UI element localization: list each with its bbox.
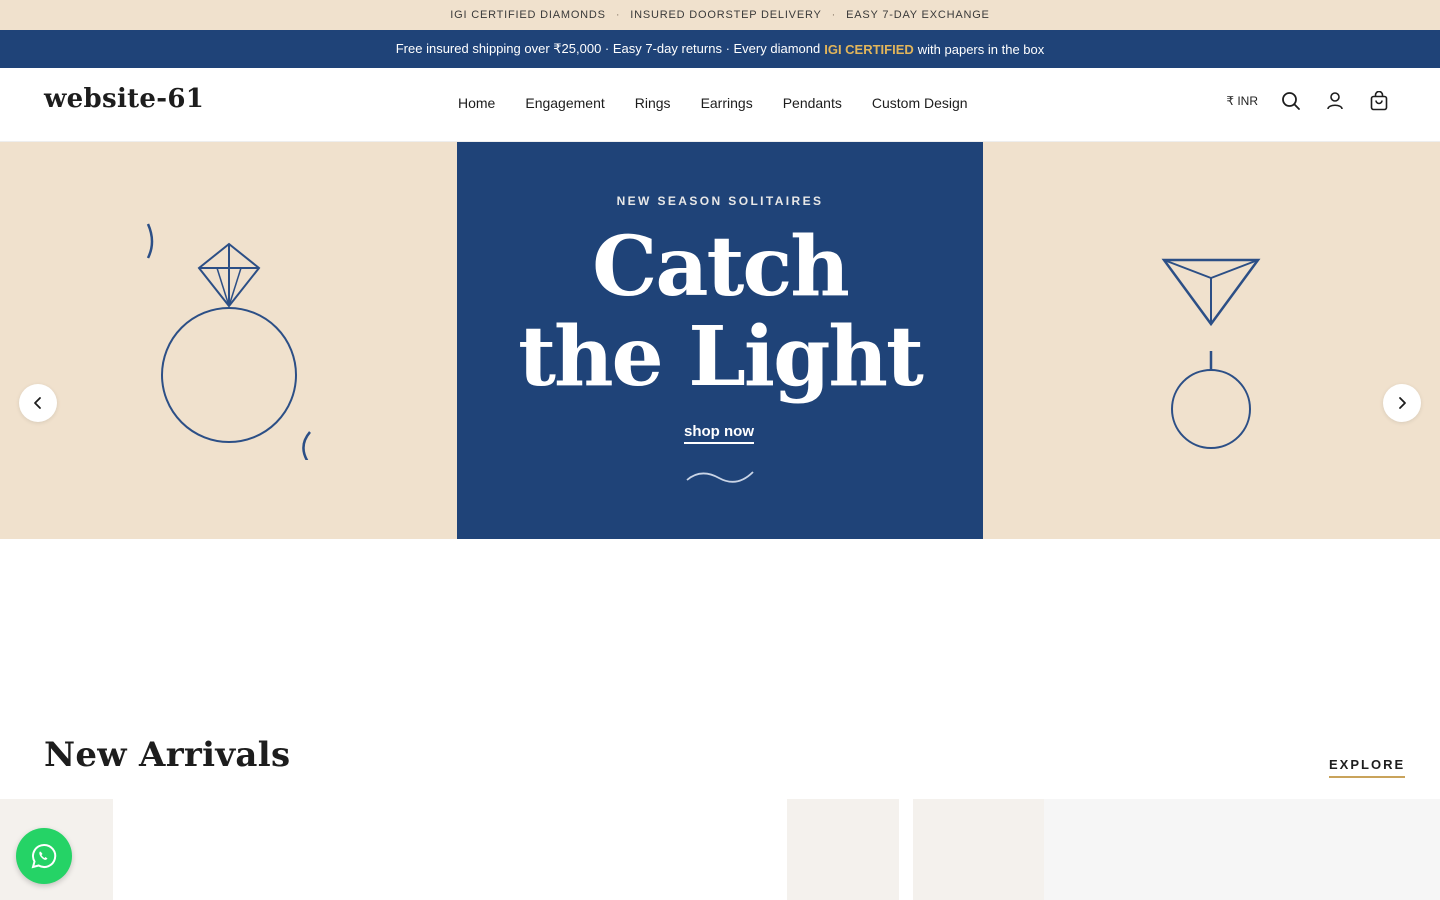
chevron-left-icon (34, 397, 41, 409)
hero-banner: NEW SEASON SOLITAIRES Catch the Light sh… (0, 142, 1440, 539)
promo-highlight: IGI CERTIFIED (824, 41, 914, 57)
pendant-illustration (1161, 258, 1261, 449)
nav-home[interactable]: Home (458, 95, 495, 111)
hero-panel: NEW SEASON SOLITAIRES Catch the Light sh… (457, 142, 983, 539)
cart-icon[interactable] (1368, 90, 1390, 112)
section-title: New Arrivals (44, 735, 291, 775)
squiggle-decoration (686, 471, 754, 483)
headline-line-1: Catch (592, 219, 850, 315)
promo-text: Free insured shipping over ₹25,000 · Eas… (395, 41, 821, 56)
nav-pendants[interactable]: Pendants (783, 95, 842, 111)
hero-headline: Catch the Light (457, 222, 983, 402)
search-icon[interactable] (1280, 90, 1302, 112)
account-icon[interactable] (1324, 90, 1346, 112)
site-logo[interactable]: website-61 (44, 84, 204, 114)
ring-illustration (146, 223, 311, 460)
nav-engagement[interactable]: Engagement (525, 95, 604, 111)
promo-text-end: with papers in the box (917, 41, 1045, 57)
explore-link[interactable]: EXPLORE (1329, 757, 1406, 778)
slider-prev-button[interactable] (19, 384, 57, 422)
announcement-item: IGI CERTIFIED DIAMONDS (450, 9, 606, 21)
nav-custom-design[interactable]: Custom Design (872, 95, 968, 111)
nav-earrings[interactable]: Earrings (701, 95, 753, 111)
announcement-item: INSURED DOORSTEP DELIVERY (630, 9, 822, 21)
product-card[interactable] (913, 799, 1044, 900)
header-actions: ₹ INR (1226, 90, 1390, 112)
main-nav: Home Engagement Rings Earrings Pendants … (458, 95, 968, 111)
hero-eyebrow: NEW SEASON SOLITAIRES (616, 194, 824, 208)
promo-bar: Free insured shipping over ₹25,000 · Eas… (0, 30, 1440, 68)
shop-now-link[interactable]: shop now (684, 423, 754, 444)
headline-line-2: the Light (518, 309, 924, 405)
whatsapp-button[interactable] (16, 828, 72, 884)
site-header: website-61 Home Engagement Rings Earring… (0, 68, 1440, 142)
separator: · (831, 9, 837, 21)
announcement-bar: IGI CERTIFIED DIAMONDS · INSURED DOORSTE… (0, 0, 1440, 30)
currency-selector[interactable]: ₹ INR (1226, 94, 1258, 108)
product-card[interactable] (1044, 799, 1440, 900)
product-card[interactable] (787, 799, 899, 900)
chevron-right-icon (1399, 397, 1406, 409)
nav-rings[interactable]: Rings (635, 95, 671, 111)
slider-next-button[interactable] (1383, 384, 1421, 422)
announcement-item: EASY 7-DAY EXCHANGE (846, 9, 990, 21)
whatsapp-icon (31, 843, 57, 869)
separator: · (615, 9, 621, 21)
